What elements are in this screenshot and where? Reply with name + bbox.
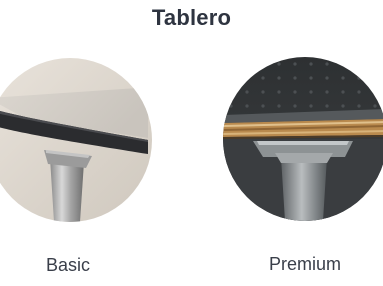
section-title: Tablero [151, 5, 232, 30]
premium-tabletop-image[interactable] [223, 57, 383, 221]
option-premium[interactable]: Premium [220, 57, 383, 277]
option-label-basic: Basic [45, 255, 90, 275]
option-basic[interactable]: Basic [0, 58, 154, 278]
option-label-premium: Premium [268, 254, 341, 274]
basic-tabletop-image[interactable] [0, 58, 152, 222]
